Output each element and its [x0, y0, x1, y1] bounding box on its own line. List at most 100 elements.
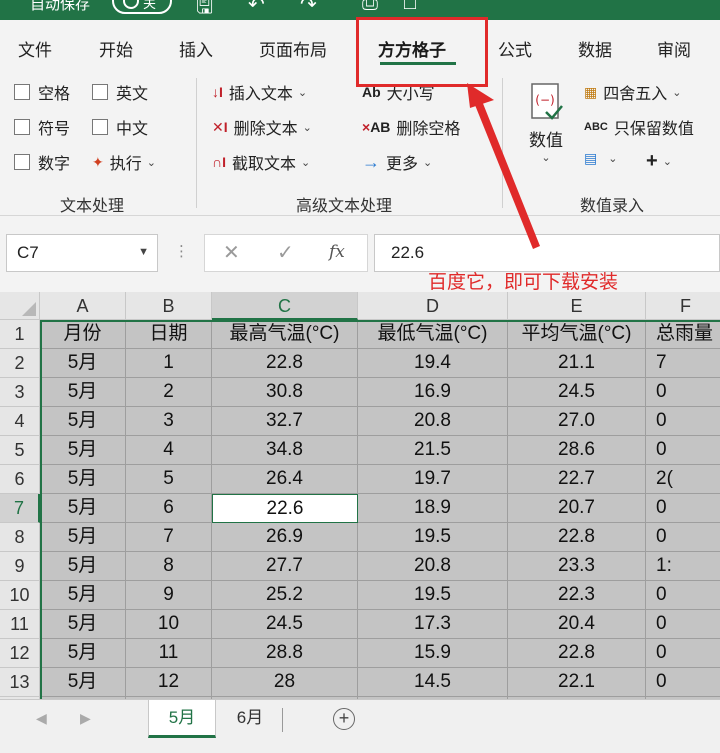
table-cell[interactable]: 30.8	[212, 378, 358, 407]
table-cell[interactable]: 19.5	[358, 581, 508, 610]
table-cell[interactable]: 0	[646, 436, 720, 465]
row-header[interactable]: 4	[0, 407, 40, 436]
table-cell[interactable]: 20.8	[358, 407, 508, 436]
checkbox-space[interactable]: 空格	[14, 80, 70, 104]
execute-button[interactable]: ✦ 执行 ⌄	[92, 150, 156, 174]
tab-home[interactable]: 开始	[99, 36, 133, 61]
header-cell[interactable]: 总雨量	[646, 320, 720, 349]
tab-data[interactable]: 数据	[578, 36, 612, 61]
value-button[interactable]: (−) 数值 ⌄	[528, 82, 564, 164]
column-header[interactable]: B	[126, 292, 212, 320]
table-cell[interactable]: 32.7	[212, 407, 358, 436]
table-cell[interactable]: 0	[646, 523, 720, 552]
table-cell[interactable]: 12	[126, 668, 212, 697]
autosave-toggle[interactable]: 关	[112, 0, 172, 14]
keep-values-button[interactable]: ABC 只保留数值	[584, 115, 694, 139]
row-header[interactable]: 5	[0, 436, 40, 465]
table-cell[interactable]: 7	[646, 349, 720, 378]
table-cell[interactable]: 21.1	[508, 349, 646, 378]
table-cell[interactable]: 21.5	[358, 436, 508, 465]
table-cell[interactable]: 23.3	[508, 552, 646, 581]
table-cell[interactable]: 6	[126, 494, 212, 523]
confirm-icon[interactable]: ✓	[277, 240, 294, 265]
table-cell[interactable]: 5月	[40, 639, 126, 668]
tab-review[interactable]: 审阅	[657, 36, 691, 61]
table-cell[interactable]: 0	[646, 378, 720, 407]
table-cell[interactable]: 28	[212, 668, 358, 697]
header-cell[interactable]: 日期	[126, 320, 212, 349]
checkbox-symbol[interactable]: 符号	[14, 115, 70, 139]
table-cell[interactable]: 5月	[40, 378, 126, 407]
row-header[interactable]: 7	[0, 494, 40, 523]
prev-sheet-icon[interactable]: ◀	[36, 710, 47, 727]
fill-button[interactable]: ▤ ⌄	[584, 150, 617, 167]
row-header[interactable]: 13	[0, 668, 40, 697]
header-cell[interactable]: 最低气温(°C)	[358, 320, 508, 349]
table-cell[interactable]: 22.8	[508, 523, 646, 552]
table-cell[interactable]: 5	[126, 465, 212, 494]
tab-file[interactable]: 文件	[18, 36, 52, 61]
table-cell[interactable]: 15.9	[358, 639, 508, 668]
checkbox-box[interactable]	[14, 154, 30, 170]
cancel-icon[interactable]: ✕	[223, 240, 240, 265]
checkbox-english[interactable]: 英文	[92, 80, 148, 104]
insert-function-icon[interactable]: fx	[329, 242, 345, 262]
table-cell[interactable]: 19.4	[358, 349, 508, 378]
name-box[interactable]: C7 ▼	[6, 234, 158, 272]
table-cell[interactable]: 5月	[40, 465, 126, 494]
column-header[interactable]: D	[358, 292, 508, 320]
table-cell[interactable]: 5月	[40, 349, 126, 378]
round-button[interactable]: ▦ 四舍五入 ⌄	[584, 80, 681, 104]
table-cell[interactable]: 22.7	[508, 465, 646, 494]
table-cell[interactable]: 0	[646, 494, 720, 523]
table-cell[interactable]: 5月	[40, 436, 126, 465]
table-cell[interactable]: 22.8	[212, 349, 358, 378]
table-cell[interactable]: 26.9	[212, 523, 358, 552]
table-cell[interactable]: 10	[126, 610, 212, 639]
table-cell[interactable]: 0	[646, 639, 720, 668]
table-cell[interactable]: 20.7	[508, 494, 646, 523]
row-header[interactable]: 1	[0, 320, 40, 349]
table-cell[interactable]: 16.9	[358, 378, 508, 407]
tab-formulas[interactable]: 公式	[498, 36, 532, 61]
table-cell[interactable]: 5月	[40, 494, 126, 523]
insert-text-button[interactable]: ↓I 插入文本 ⌄	[212, 80, 307, 104]
table-cell[interactable]: 5月	[40, 523, 126, 552]
header-cell[interactable]: 平均气温(°C)	[508, 320, 646, 349]
table-cell[interactable]: 19.5	[358, 523, 508, 552]
table-cell[interactable]: 3	[126, 407, 212, 436]
table-cell[interactable]: 22.8	[508, 639, 646, 668]
checkbox-box[interactable]	[92, 84, 108, 100]
tab-insert[interactable]: 插入	[179, 36, 213, 61]
save-icon[interactable]: 🖫	[196, 0, 213, 20]
table-cell[interactable]: 0	[646, 610, 720, 639]
row-header[interactable]: 10	[0, 581, 40, 610]
table-cell[interactable]: 20.4	[508, 610, 646, 639]
column-header[interactable]: A	[40, 292, 126, 320]
table-cell[interactable]: 8	[126, 552, 212, 581]
next-sheet-icon[interactable]: ▶	[80, 710, 91, 727]
row-header[interactable]: 9	[0, 552, 40, 581]
checkbox-chinese[interactable]: 中文	[92, 115, 148, 139]
table-cell[interactable]: 5月	[40, 668, 126, 697]
row-header[interactable]: 2	[0, 349, 40, 378]
checkbox-box[interactable]	[14, 84, 30, 100]
undo-icon[interactable]: ↶	[248, 0, 265, 17]
table-cell[interactable]: 28.8	[212, 639, 358, 668]
tab-page-layout[interactable]: 页面布局	[259, 36, 327, 61]
table-cell[interactable]: 5月	[40, 552, 126, 581]
table-cell[interactable]: 19.7	[358, 465, 508, 494]
header-cell[interactable]: 月份	[40, 320, 126, 349]
table-cell[interactable]: 14.5	[358, 668, 508, 697]
table-cell[interactable]: 1:	[646, 552, 720, 581]
table-cell[interactable]: 9	[126, 581, 212, 610]
checkbox-box[interactable]	[92, 119, 108, 135]
table-cell[interactable]: 34.8	[212, 436, 358, 465]
more-button[interactable]: → 更多 ⌄	[362, 150, 432, 174]
table-cell[interactable]: 5月	[40, 407, 126, 436]
column-header[interactable]: C	[212, 292, 358, 320]
more-options-icon[interactable]: ⋮	[174, 242, 189, 260]
table-cell[interactable]: 24.5	[508, 378, 646, 407]
row-header[interactable]: 8	[0, 523, 40, 552]
column-header[interactable]: F	[646, 292, 720, 320]
